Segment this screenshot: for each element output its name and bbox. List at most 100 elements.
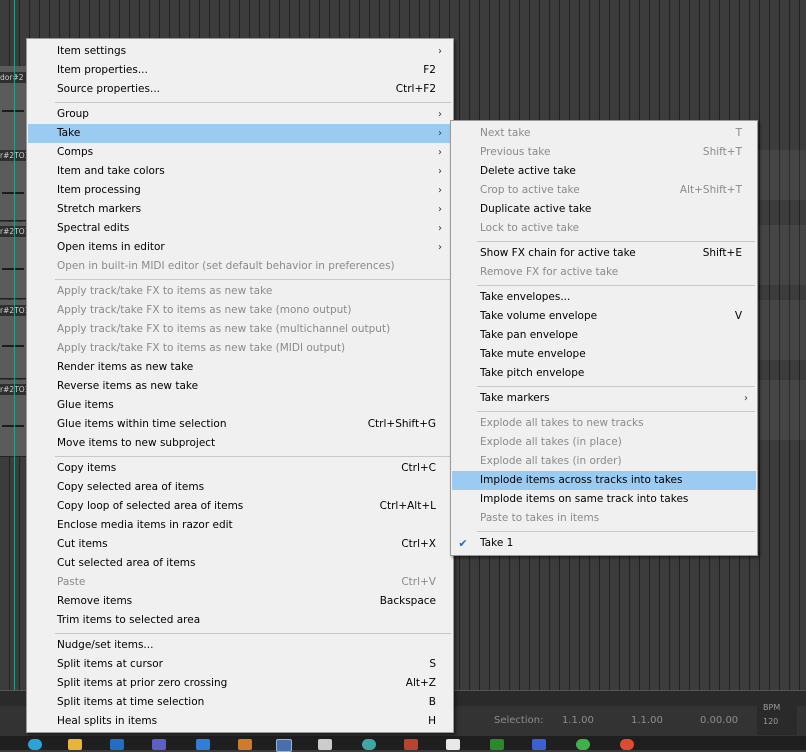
menu-item-item-processing[interactable]: Item processing › (28, 181, 452, 200)
menu-item-item-settings[interactable]: Item settings › (28, 42, 452, 61)
menu-item-split-items-at-prior-zero-crossing[interactable]: Split items at prior zero crossing Alt+Z (28, 674, 452, 693)
menu-item-take-volume-envelope[interactable]: Take volume envelope V (452, 307, 756, 326)
submenu-arrow-icon: › (438, 223, 442, 234)
menu-item-label: Move items to new subproject (57, 437, 216, 449)
menu-item-move-items-to-new-subproject[interactable]: Move items to new subproject (28, 434, 452, 453)
menu-item-split-items-at-cursor[interactable]: Split items at cursor S (28, 655, 452, 674)
menu-item-take-pan-envelope[interactable]: Take pan envelope (452, 326, 756, 345)
menu-item-group[interactable]: Group › (28, 105, 452, 124)
submenu-arrow-icon: › (438, 204, 442, 215)
menu-item-label: Source properties... (57, 83, 160, 95)
menu-item-label: Take pitch envelope (480, 367, 585, 379)
menu-item-duplicate-active-take[interactable]: Duplicate active take (452, 200, 756, 219)
file-explorer-icon[interactable] (68, 739, 82, 750)
menu-item-delete-active-take[interactable]: Delete active take (452, 162, 756, 181)
bpm-display[interactable]: BPM 120 (757, 701, 797, 735)
menu-item-take-mute-envelope[interactable]: Take mute envelope (452, 345, 756, 364)
menu-item-render-items-as-new-take[interactable]: Render items as new take (28, 358, 452, 377)
menu-item-shortcut: Shift+E (702, 247, 742, 259)
menu-item-label: Comps (57, 146, 94, 158)
menu-item-nudge-set-items[interactable]: Nudge/set items... (28, 636, 452, 655)
menu-item-label: Copy selected area of items (57, 481, 205, 493)
app-icon[interactable] (362, 739, 376, 750)
bpm-label: BPM (763, 703, 781, 712)
menu-item-take[interactable]: Take › (28, 124, 452, 143)
menu-item-label: Cut selected area of items (57, 557, 196, 569)
menu-item-copy-loop-of-selected-area-of-items[interactable]: Copy loop of selected area of items Ctrl+… (28, 497, 452, 516)
menu-item-split-items-at-time-selection[interactable]: Split items at time selection B (28, 693, 452, 712)
menu-item-label: Item settings (57, 45, 127, 57)
menu-item-spectral-edits[interactable]: Spectral edits › (28, 219, 452, 238)
menu-item-source-properties[interactable]: Source properties... Ctrl+F2 (28, 80, 452, 99)
menu-item-apply-track-take-fx-to-items-as-new-take: Apply track/take FX to items as new take (28, 282, 452, 301)
menu-item-label: Implode items on same track into takes (480, 493, 689, 505)
menu-item-glue-items[interactable]: Glue items (28, 396, 452, 415)
app-icon[interactable] (196, 739, 210, 750)
app-icon[interactable] (576, 739, 590, 750)
menu-item-comps[interactable]: Comps › (28, 143, 452, 162)
menu-item-apply-track-take-fx-to-items-as-new-take-midi-ou: Apply track/take FX to items as new take… (28, 339, 452, 358)
menu-item-label: Implode items across tracks into takes (480, 474, 683, 486)
menu-item-label: Take mute envelope (480, 348, 586, 360)
menu-item-label: Item processing (57, 184, 141, 196)
reaper-icon[interactable] (276, 739, 292, 752)
menu-item-label: Item and take colors (57, 165, 165, 177)
selection-label: Selection: (494, 715, 544, 726)
edge-icon[interactable] (28, 739, 42, 750)
menu-item-take-envelopes[interactable]: Take envelopes... (452, 288, 756, 307)
menu-item-item-properties[interactable]: Item properties... F2 (28, 61, 452, 80)
menu-item-item-and-take-colors[interactable]: Item and take colors › (28, 162, 452, 181)
menu-item-heal-splits-in-items[interactable]: Heal splits in items H (28, 712, 452, 731)
app-icon[interactable] (446, 739, 460, 750)
app-icon[interactable] (404, 739, 418, 750)
selection-start[interactable]: 1.1.00 (562, 715, 594, 726)
menu-item-label: Take envelopes... (480, 291, 571, 303)
app-icon[interactable] (318, 739, 332, 750)
menu-item-apply-track-take-fx-to-items-as-new-take-mono-ou: Apply track/take FX to items as new take… (28, 301, 452, 320)
menu-item-take-pitch-envelope[interactable]: Take pitch envelope (452, 364, 756, 383)
menu-item-implode-items-on-same-track-into-takes[interactable]: Implode items on same track into takes (452, 490, 756, 509)
menu-item-label: Split items at prior zero crossing (57, 677, 228, 689)
menu-item-stretch-markers[interactable]: Stretch markers › (28, 200, 452, 219)
menu-item-copy-selected-area-of-items[interactable]: Copy selected area of items (28, 478, 452, 497)
take-submenu: Next take T Previous take Shift+T Delete act… (450, 120, 758, 556)
menu-item-label: Apply track/take FX to items as new take… (57, 304, 352, 316)
menu-item-label: Cut items (57, 538, 108, 550)
menu-item-label: Heal splits in items (57, 715, 158, 727)
app-icon[interactable] (238, 739, 252, 750)
menu-item-take-markers[interactable]: Take markers › (452, 389, 756, 408)
menu-item-shortcut: Alt+Z (405, 677, 436, 689)
menu-item-shortcut: Ctrl+Alt+L (379, 500, 436, 512)
menu-item-shortcut: Shift+T (702, 146, 742, 158)
menu-item-open-in-built-in-midi-editor-set-default-behavio: Open in built-in MIDI editor (set defaul… (28, 257, 452, 276)
chrome-icon[interactable] (620, 739, 634, 750)
submenu-arrow-icon: › (438, 109, 442, 120)
submenu-arrow-icon: › (438, 46, 442, 57)
menu-item-cut-items[interactable]: Cut items Ctrl+X (28, 535, 452, 554)
outlook-icon[interactable] (110, 739, 124, 750)
item-context-menu: Item settings › Item properties... F2 Source… (26, 38, 454, 733)
menu-item-shortcut: Alt+Shift+T (679, 184, 742, 196)
menu-item-glue-items-within-time-selection[interactable]: Glue items within time selection Ctrl+Shi… (28, 415, 452, 434)
menu-item-copy-items[interactable]: Copy items Ctrl+C (28, 459, 452, 478)
app-icon[interactable] (490, 739, 504, 750)
menu-item-label: Take markers (480, 392, 550, 404)
menu-item-label: Duplicate active take (480, 203, 592, 215)
menu-item-enclose-media-items-in-razor-edit[interactable]: Enclose media items in razor edit (28, 516, 452, 535)
menu-item-label: Apply track/take FX to items as new take… (57, 323, 391, 335)
menu-item-take-1[interactable]: ✔ Take 1 (452, 534, 756, 553)
menu-item-reverse-items-as-new-take[interactable]: Reverse items as new take (28, 377, 452, 396)
selection-end[interactable]: 1.1.00 (631, 715, 663, 726)
menu-item-cut-selected-area-of-items[interactable]: Cut selected area of items (28, 554, 452, 573)
menu-item-label: Explode all takes to new tracks (480, 417, 644, 429)
menu-item-remove-items[interactable]: Remove items Backspace (28, 592, 452, 611)
menu-item-shortcut: Ctrl+X (401, 538, 436, 550)
app-icon[interactable] (532, 739, 546, 750)
menu-item-show-fx-chain-for-active-take[interactable]: Show FX chain for active take Shift+E (452, 244, 756, 263)
selection-length[interactable]: 0.00.00 (700, 715, 738, 726)
menu-item-label: Copy items (57, 462, 117, 474)
teams-icon[interactable] (152, 739, 166, 750)
menu-item-trim-items-to-selected-area[interactable]: Trim items to selected area (28, 611, 452, 630)
menu-item-open-items-in-editor[interactable]: Open items in editor › (28, 238, 452, 257)
menu-item-implode-items-across-tracks-into-takes[interactable]: Implode items across tracks into takes (452, 471, 756, 490)
